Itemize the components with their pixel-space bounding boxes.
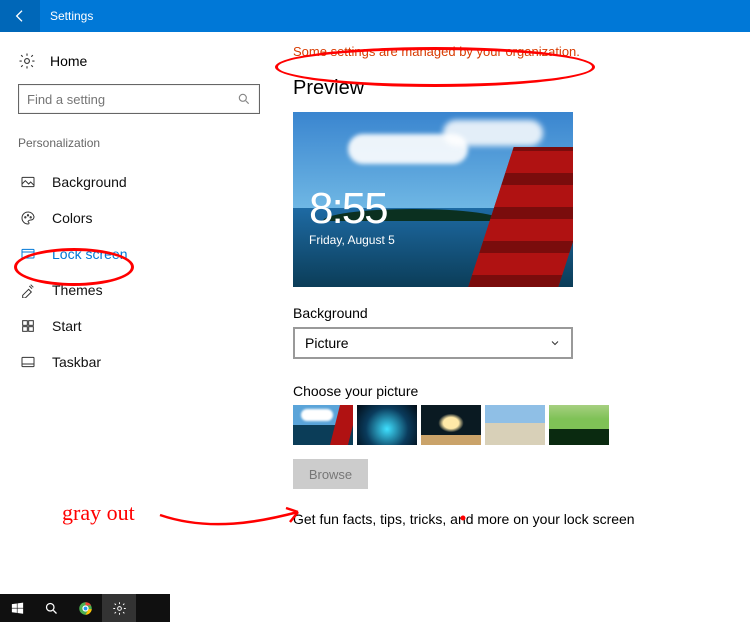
search-icon xyxy=(237,92,251,106)
fun-facts-label: Get fun facts, tips, tricks, and more on… xyxy=(293,511,730,527)
picture-thumb[interactable] xyxy=(293,405,353,445)
sidebar: Home Personalization Background Colors L… xyxy=(0,32,265,594)
content-area: Some settings are managed by your organi… xyxy=(265,32,750,594)
chrome-icon xyxy=(78,601,93,616)
palette-icon xyxy=(20,210,36,226)
sidebar-item-label: Colors xyxy=(52,210,92,226)
windows-icon xyxy=(10,601,25,616)
sidebar-item-background[interactable]: Background xyxy=(18,164,255,200)
dropdown-value: Picture xyxy=(305,335,349,351)
picture-thumb[interactable] xyxy=(421,405,481,445)
sidebar-item-label: Themes xyxy=(52,282,103,298)
taskbar-icon xyxy=(20,354,36,370)
sidebar-item-themes[interactable]: Themes xyxy=(18,272,255,308)
titlebar: Settings xyxy=(0,0,750,32)
picture-thumb[interactable] xyxy=(357,405,417,445)
search-icon xyxy=(44,601,59,616)
windows-taskbar xyxy=(0,594,170,622)
preview-heading: Preview xyxy=(293,77,730,100)
search-field[interactable] xyxy=(27,92,237,107)
sidebar-item-label: Taskbar xyxy=(52,354,101,370)
sidebar-item-lock-screen[interactable]: Lock screen xyxy=(18,236,255,272)
start-icon xyxy=(20,318,36,334)
picture-thumb[interactable] xyxy=(485,405,545,445)
chrome-button[interactable] xyxy=(68,594,102,622)
background-dropdown[interactable]: Picture xyxy=(293,327,573,359)
gear-icon xyxy=(18,52,36,70)
choose-picture-label: Choose your picture xyxy=(293,383,730,399)
preview-clock: 8:55 Friday, August 5 xyxy=(309,187,395,247)
settings-button[interactable] xyxy=(102,594,136,622)
lock-screen-icon xyxy=(20,246,36,262)
sidebar-item-start[interactable]: Start xyxy=(18,308,255,344)
picture-thumb[interactable] xyxy=(549,405,609,445)
search-button[interactable] xyxy=(34,594,68,622)
app-title: Settings xyxy=(40,9,93,23)
themes-icon xyxy=(20,282,36,298)
sidebar-item-label: Background xyxy=(52,174,127,190)
sidebar-item-taskbar[interactable]: Taskbar xyxy=(18,344,255,380)
preview-date: Friday, August 5 xyxy=(309,233,395,247)
preview-image: 8:55 Friday, August 5 xyxy=(293,112,573,287)
search-input[interactable] xyxy=(18,84,260,114)
sidebar-item-colors[interactable]: Colors xyxy=(18,200,255,236)
sidebar-item-label: Start xyxy=(52,318,82,334)
chevron-down-icon xyxy=(549,337,561,349)
category-header: Personalization xyxy=(18,136,255,150)
home-button[interactable]: Home xyxy=(18,46,255,84)
home-label: Home xyxy=(50,53,87,69)
org-managed-message: Some settings are managed by your organi… xyxy=(293,44,730,59)
start-button[interactable] xyxy=(0,594,34,622)
background-label: Background xyxy=(293,305,730,321)
picture-thumbnails xyxy=(293,405,730,445)
preview-time: 8:55 xyxy=(309,187,395,231)
back-button[interactable] xyxy=(0,0,40,32)
picture-icon xyxy=(20,174,36,190)
gear-icon xyxy=(112,601,127,616)
sidebar-item-label: Lock screen xyxy=(52,246,127,262)
browse-button: Browse xyxy=(293,459,368,489)
